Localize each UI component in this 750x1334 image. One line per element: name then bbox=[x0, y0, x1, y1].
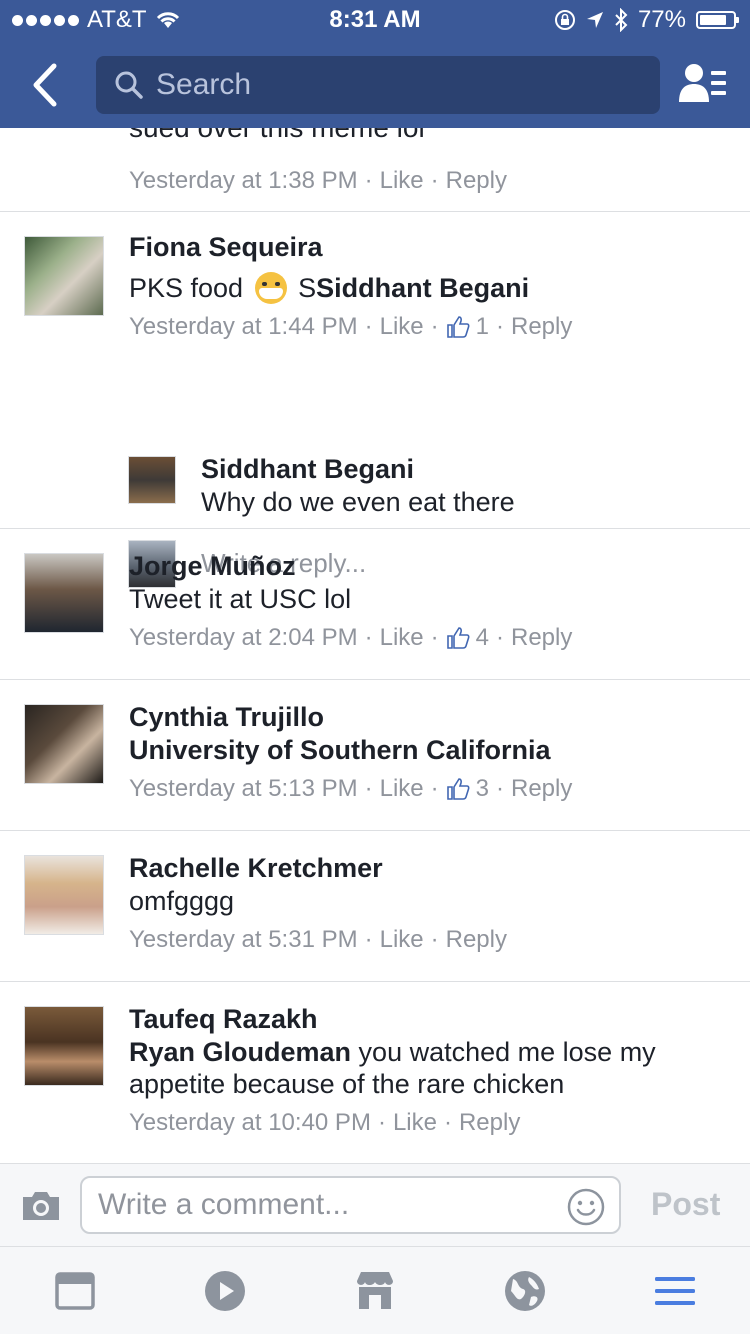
commenter-name[interactable]: Fiona Sequeira bbox=[129, 230, 734, 264]
comment-time[interactable]: Yesterday at 5:13 PM bbox=[129, 774, 358, 804]
like-link[interactable]: Like bbox=[380, 312, 424, 342]
comment-text: sued over this meme lol bbox=[129, 128, 425, 144]
comment-meta: Yesterday at 1:44 PM · Like · 1 · Reply bbox=[129, 312, 573, 342]
news-feed-icon[interactable] bbox=[53, 1269, 97, 1313]
back-chevron-icon[interactable] bbox=[28, 62, 64, 108]
comment-input[interactable]: Write a comment... bbox=[80, 1176, 621, 1234]
like-link[interactable]: Like bbox=[380, 774, 424, 804]
comment-partial: sued over this meme lol Yesterday at 1:3… bbox=[0, 128, 750, 212]
like-count: 3 bbox=[475, 775, 489, 802]
thumbs-up-icon bbox=[446, 316, 470, 338]
commenter-name[interactable]: Taufeq Razakh bbox=[129, 1002, 734, 1036]
commenter-name[interactable]: Rachelle Kretchmer bbox=[129, 851, 734, 885]
video-icon[interactable] bbox=[203, 1269, 247, 1313]
comment-item: Cynthia Trujillo University of Southern … bbox=[0, 680, 750, 831]
mask-emoji-icon bbox=[254, 272, 287, 304]
battery-percent: 77% bbox=[637, 6, 686, 33]
marketplace-icon[interactable] bbox=[353, 1269, 397, 1313]
mention-link[interactable]: University of Southern California bbox=[129, 735, 551, 765]
reply-text: Why do we even eat there bbox=[201, 487, 515, 517]
menu-icon[interactable] bbox=[653, 1269, 697, 1313]
comment-meta: Yesterday at 5:13 PM · Like · 3 · Reply bbox=[129, 774, 573, 804]
mention-link[interactable]: Ryan Gloudeman bbox=[129, 1037, 351, 1067]
orientation-lock-icon bbox=[554, 10, 575, 30]
friends-icon[interactable] bbox=[678, 62, 728, 106]
comment-meta: Yesterday at 1:38 PM · Like · Reply bbox=[129, 166, 507, 196]
reply-link[interactable]: Reply bbox=[446, 925, 507, 955]
commenter-name[interactable]: Cynthia Trujillo bbox=[129, 700, 734, 734]
like-link[interactable]: Like bbox=[380, 623, 424, 653]
comment-text-part: S bbox=[298, 273, 317, 303]
like-link[interactable]: Like bbox=[380, 925, 424, 955]
comment-time[interactable]: Yesterday at 5:31 PM bbox=[129, 925, 358, 955]
thumbs-up-icon bbox=[446, 627, 470, 649]
comment-meta: Yesterday at 5:31 PM · Like · Reply bbox=[129, 925, 507, 955]
like-count: 1 bbox=[475, 313, 489, 340]
post-button[interactable]: Post bbox=[651, 1186, 720, 1223]
comment-time[interactable]: Yesterday at 1:38 PM bbox=[129, 166, 358, 196]
thumbs-up-icon bbox=[446, 778, 470, 800]
comment-body: Fiona Sequeira PKS food SSiddhant Begani… bbox=[129, 230, 734, 342]
comment-body: Taufeq Razakh Ryan Gloudeman you watched… bbox=[129, 1002, 734, 1138]
comment-text: Ryan Gloudeman you watched me lose my ap… bbox=[129, 1036, 734, 1100]
bluetooth-icon bbox=[615, 8, 628, 32]
comment-composer: Write a comment... Post bbox=[0, 1163, 750, 1247]
comment-text: omfgggg bbox=[129, 886, 235, 916]
reply-body: Siddhant Begani Why do we even eat there bbox=[201, 452, 515, 518]
search-placeholder: Search bbox=[156, 68, 252, 101]
top-bar: AT&T 8:31 AM 77% Search bbox=[0, 0, 750, 128]
comment-time[interactable]: Yesterday at 1:44 PM bbox=[129, 312, 358, 342]
like-link[interactable]: Like bbox=[393, 1108, 437, 1138]
comments-list: sued over this meme lol Yesterday at 1:3… bbox=[0, 128, 750, 1164]
avatar[interactable] bbox=[24, 1006, 104, 1086]
comment-item: Fiona Sequeira PKS food SSiddhant Begani… bbox=[0, 212, 750, 588]
reply-link[interactable]: Reply bbox=[511, 623, 572, 653]
comment-body: Rachelle Kretchmer omfgggg Yesterday at … bbox=[129, 851, 734, 955]
comment-item: Jorge Muñoz Tweet it at USC lol Yesterda… bbox=[0, 529, 750, 680]
comment-meta: Yesterday at 2:04 PM · Like · 4 · Reply bbox=[129, 623, 573, 653]
comment-item: Rachelle Kretchmer omfgggg Yesterday at … bbox=[0, 831, 750, 982]
comment-body: Jorge Muñoz Tweet it at USC lol Yesterda… bbox=[129, 549, 734, 653]
avatar[interactable] bbox=[24, 704, 104, 784]
commenter-name[interactable]: Jorge Muñoz bbox=[129, 549, 734, 583]
emoji-icon[interactable] bbox=[567, 1188, 605, 1226]
reply-link[interactable]: Reply bbox=[459, 1108, 520, 1138]
comment-time[interactable]: Yesterday at 2:04 PM bbox=[129, 623, 358, 653]
notifications-globe-icon[interactable] bbox=[503, 1269, 547, 1313]
comment-placeholder: Write a comment... bbox=[98, 1188, 350, 1221]
status-bar: AT&T 8:31 AM 77% bbox=[0, 0, 750, 40]
reply-link[interactable]: Reply bbox=[511, 774, 572, 804]
bottom-nav bbox=[0, 1247, 750, 1334]
comment-item: Taufeq Razakh Ryan Gloudeman you watched… bbox=[0, 982, 750, 1164]
like-link[interactable]: Like bbox=[380, 166, 424, 196]
comment-meta: Yesterday at 10:40 PM · Like · Reply bbox=[129, 1108, 521, 1138]
avatar[interactable] bbox=[24, 236, 104, 316]
comment-body: Cynthia Trujillo University of Southern … bbox=[129, 700, 734, 804]
avatar[interactable] bbox=[24, 855, 104, 935]
avatar[interactable] bbox=[24, 553, 104, 633]
reply-link[interactable]: Reply bbox=[511, 312, 572, 342]
comment-time[interactable]: Yesterday at 10:40 PM bbox=[129, 1108, 371, 1138]
mention-link[interactable]: Siddhant Begani bbox=[316, 273, 529, 303]
reply-avatar[interactable] bbox=[128, 456, 176, 504]
replier-name[interactable]: Siddhant Begani bbox=[201, 452, 515, 486]
camera-icon[interactable] bbox=[20, 1190, 62, 1222]
comment-text: University of Southern California bbox=[129, 734, 734, 766]
comment-text-part: PKS food bbox=[129, 273, 244, 303]
search-input[interactable]: Search bbox=[96, 56, 660, 114]
like-count: 4 bbox=[475, 624, 489, 651]
location-icon bbox=[586, 12, 603, 28]
comment-text: Tweet it at USC lol bbox=[129, 584, 352, 614]
reply-link[interactable]: Reply bbox=[446, 166, 507, 196]
search-icon bbox=[115, 71, 143, 99]
status-right: 77% bbox=[554, 6, 739, 34]
battery-icon bbox=[696, 11, 739, 29]
comment-text: PKS food SSiddhant Begani bbox=[129, 272, 734, 304]
